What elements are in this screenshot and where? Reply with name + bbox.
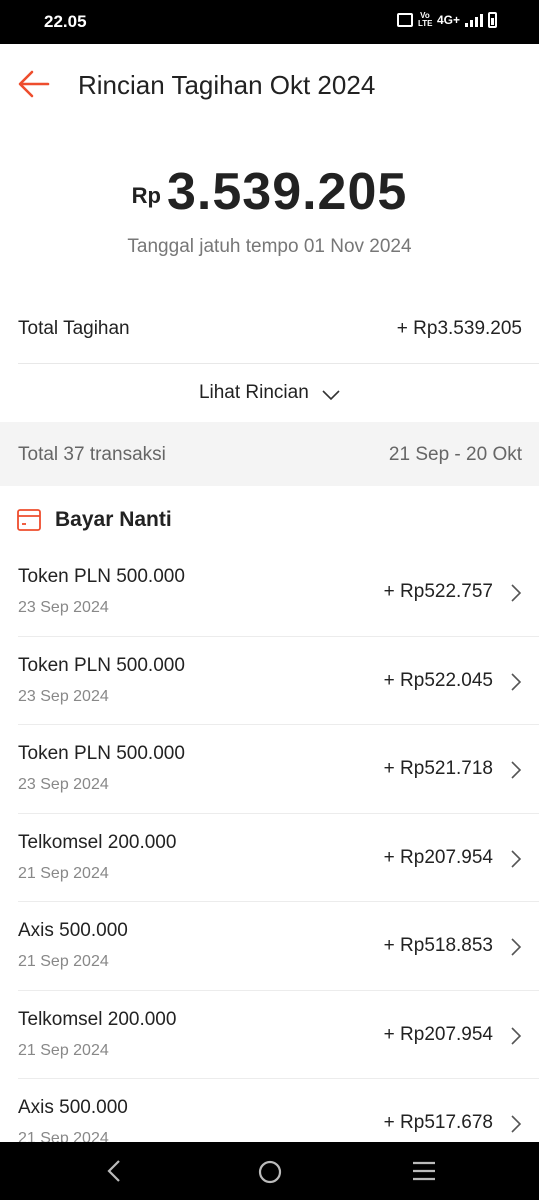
status-time: 22.05 — [44, 12, 87, 31]
transaction-name: Axis 500.000 — [18, 920, 128, 941]
transaction-row[interactable]: Telkomsel 200.000 21 Sep 2024 + Rp207.954 — [18, 991, 539, 1079]
transaction-amount: + Rp518.853 — [383, 935, 493, 956]
chevron-right-icon — [511, 849, 522, 868]
app-bar: Rincian Tagihan Okt 2024 — [0, 44, 539, 124]
nav-home-button[interactable] — [257, 1159, 283, 1190]
signal-icon — [465, 13, 483, 27]
chevron-right-icon — [511, 938, 522, 956]
section-header: Bayar Nanti — [17, 500, 172, 540]
transaction-date: 23 Sep 2024 — [18, 687, 109, 705]
nav-back-icon — [107, 1160, 120, 1182]
transaction-amount: + Rp522.045 — [383, 669, 493, 691]
vibrate-icon — [396, 13, 413, 27]
transaction-date: 23 Sep 2024 — [18, 599, 109, 616]
volte-indicator: Vo LTE — [417, 11, 433, 28]
transaction-date: 21 Sep 2024 — [18, 1041, 109, 1059]
transaction-name: Telkomsel 200.000 — [18, 1008, 177, 1030]
chevron-right-icon — [511, 1115, 522, 1133]
status-bar: 22.05 Vo LTE 4G+ — [0, 0, 539, 44]
transaction-amount: + Rp517.678 — [383, 1112, 493, 1133]
transaction-row[interactable]: Axis 500.000 21 Sep 2024 + Rp518.853 — [18, 902, 539, 991]
battery-icon — [488, 12, 497, 28]
transaction-amount: + Rp207.954 — [383, 846, 493, 868]
currency-label: Rp — [131, 183, 161, 208]
chevron-down-icon — [322, 390, 340, 401]
transaction-count: Total 37 transaksi — [18, 444, 166, 465]
chevron-right-icon — [511, 672, 522, 691]
total-bill-amount: + Rp3.539.205 — [396, 318, 522, 339]
nav-home-icon — [258, 1160, 282, 1184]
view-details-button[interactable]: Lihat Rincian — [0, 364, 539, 422]
bill-amount: Rp 3.539.205 — [0, 162, 539, 222]
transaction-name: Telkomsel 200.000 — [18, 831, 177, 853]
chevron-right-icon — [511, 584, 522, 602]
view-details-label: Lihat Rincian — [198, 382, 309, 403]
transaction-amount: + Rp207.954 — [383, 1023, 493, 1045]
transaction-row[interactable]: Token PLN 500.000 23 Sep 2024 + Rp522.045 — [18, 637, 539, 725]
billing-period: 21 Sep - 20 Okt — [388, 444, 522, 465]
total-bill-label: Total Tagihan — [18, 318, 130, 339]
due-date: Tanggal jatuh tempo 01 Nov 2024 — [127, 236, 412, 257]
transaction-list: Token PLN 500.000 23 Sep 2024 + Rp522.757 T… — [0, 548, 539, 1168]
transaction-name: Token PLN 500.000 — [18, 654, 185, 676]
transaction-row[interactable]: Token PLN 500.000 23 Sep 2024 + Rp522.757 — [18, 548, 539, 637]
transaction-date: 23 Sep 2024 — [18, 776, 109, 793]
chevron-right-icon — [511, 1026, 522, 1045]
transaction-name: Axis 500.000 — [18, 1097, 128, 1118]
total-bill-row: Total Tagihan + Rp3.539.205 — [18, 296, 539, 364]
transactions-summary-band: Total 37 transaksi 21 Sep - 20 Okt — [0, 422, 539, 486]
transaction-row[interactable]: Telkomsel 200.000 21 Sep 2024 + Rp207.954 — [18, 814, 539, 902]
back-button[interactable] — [16, 66, 52, 102]
page-title: Rincian Tagihan Okt 2024 — [78, 70, 376, 100]
paylater-card-icon — [17, 509, 41, 531]
nav-menu-icon — [413, 1161, 435, 1181]
back-arrow-icon — [18, 70, 50, 98]
transaction-date: 21 Sep 2024 — [18, 864, 109, 882]
section-label: Bayar Nanti — [55, 508, 172, 531]
chevron-right-icon — [511, 761, 522, 779]
transaction-amount: + Rp522.757 — [383, 581, 493, 602]
network-type: 4G+ — [436, 13, 460, 27]
nav-recents-button[interactable] — [411, 1159, 437, 1188]
nav-back-button[interactable] — [104, 1159, 124, 1188]
transaction-row[interactable]: Token PLN 500.000 23 Sep 2024 + Rp521.718 — [18, 725, 539, 814]
amount-value: 3.539.205 — [166, 163, 408, 221]
transaction-name: Token PLN 500.000 — [18, 566, 185, 587]
transaction-name: Token PLN 500.000 — [18, 743, 185, 764]
system-nav-bar — [0, 1142, 539, 1200]
transaction-amount: + Rp521.718 — [383, 758, 493, 779]
status-icons: Vo LTE 4G+ — [396, 11, 497, 28]
transaction-date: 21 Sep 2024 — [18, 953, 109, 970]
